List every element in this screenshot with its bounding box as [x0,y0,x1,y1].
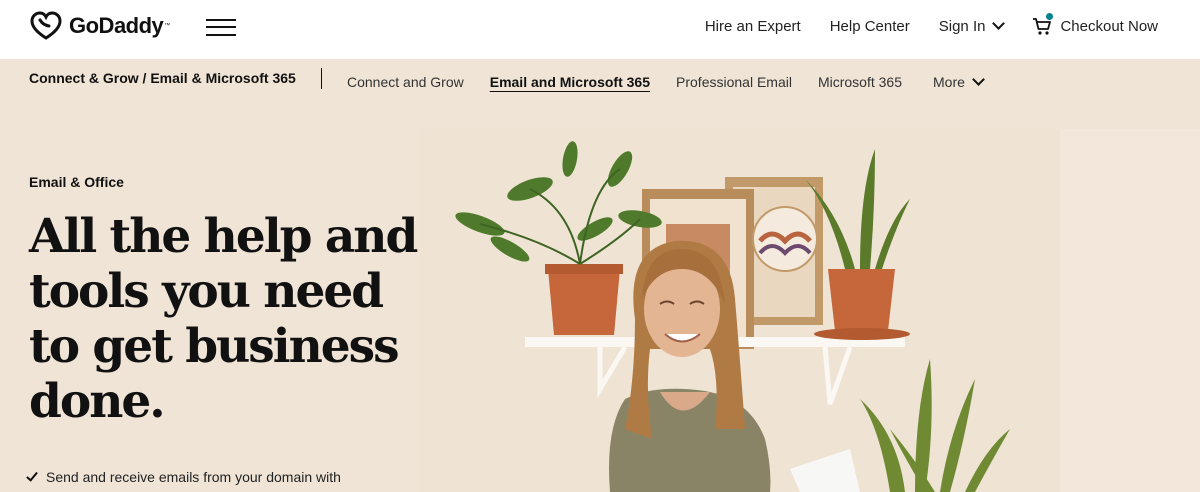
logo-wordmark: GoDaddy [69,13,164,38]
subnav-item-more[interactable]: More [933,73,985,90]
subnav-divider [321,68,322,89]
hero-bullet-text: Send and receive emails from your domain… [46,469,341,485]
help-center-link[interactable]: Help Center [830,18,910,35]
subnav-item-email-and-microsoft-365[interactable]: Email and Microsoft 365 [490,74,650,90]
godaddy-logo[interactable]: GoDaddy ™ [29,11,170,41]
more-label: More [933,74,965,90]
sub-navigation: Connect & Grow / Email & Microsoft 365 C… [0,59,1200,105]
logo-trademark: ™ [164,23,171,29]
hire-expert-link[interactable]: Hire an Expert [705,18,801,35]
breadcrumb[interactable]: Connect & Grow / Email & Microsoft 365 [29,70,296,86]
check-icon [26,468,38,482]
chevron-down-icon [972,73,985,86]
hero-photo-illustration [420,129,1200,492]
subnav-links: Connect and Grow Email and Microsoft 365… [347,73,1009,90]
cart-icon [1032,13,1054,36]
menu-icon[interactable] [206,15,236,37]
godaddy-logo-icon [30,11,62,40]
hero-eyebrow: Email & Office [29,174,124,190]
hero-headline: All the help and tools you need to get b… [29,209,418,429]
sign-in-button[interactable]: Sign In [938,17,1006,35]
hero-bullet: Send and receive emails from your domain… [26,468,341,485]
top-navigation: GoDaddy ™ Hire an Expert Help Center Sig… [0,0,1200,59]
hero-photo [420,129,1200,492]
sign-in-label: Sign In [938,17,986,35]
hero-section: Connect & Grow / Email & Microsoft 365 C… [0,59,1200,492]
chevron-down-icon [992,17,1006,30]
subnav-item-connect-and-grow[interactable]: Connect and Grow [347,74,464,90]
subnav-item-professional-email[interactable]: Professional Email [676,74,792,90]
subnav-item-microsoft-365[interactable]: Microsoft 365 [818,74,902,90]
top-links: Hire an Expert Help Center Sign In Check… [676,0,1158,52]
checkout-button[interactable]: Checkout Now [1032,13,1158,36]
checkout-label: Checkout Now [1060,17,1158,35]
